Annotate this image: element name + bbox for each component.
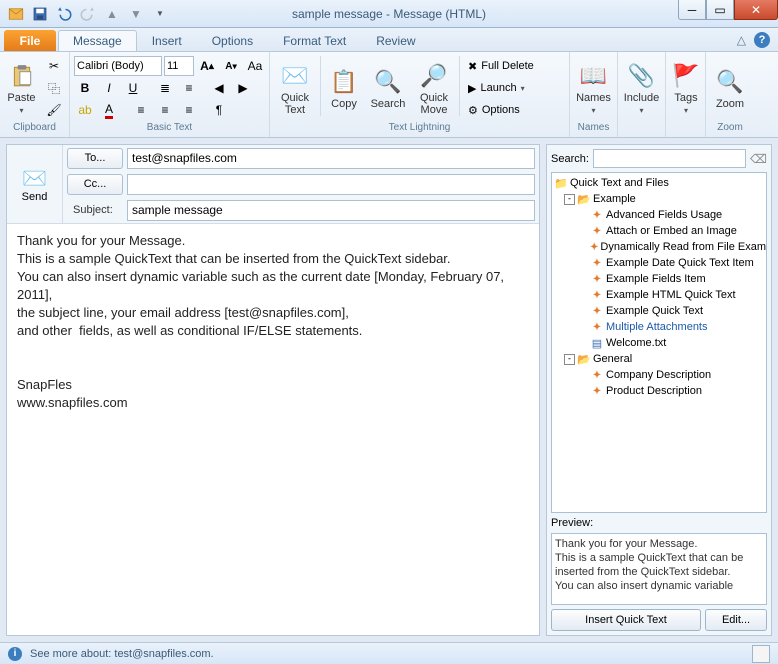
insert-quicktext-button[interactable]: Insert Quick Text [551,609,701,631]
tab-review[interactable]: Review [361,30,430,51]
contact-avatar[interactable] [752,645,770,663]
font-family-select[interactable] [74,56,162,76]
paste-button[interactable]: Paste▾ [4,56,39,120]
tree-item[interactable]: ▤Welcome.txt [554,335,764,351]
zoom-button[interactable]: 🔍 Zoom [710,56,750,120]
content-area: ✉️ Send To... Cc... Subject: Thank you f… [0,138,778,642]
format-painter-icon[interactable]: 🖌 [43,100,65,120]
to-button[interactable]: To... [67,148,123,169]
subject-label: Subject: [67,204,123,216]
cut-icon[interactable]: ✂ [43,56,65,76]
outlook-icon[interactable] [6,4,26,24]
quickmove-button[interactable]: 🔎 Quick Move [413,56,455,120]
compose-pane: ✉️ Send To... Cc... Subject: Thank you f… [6,144,540,636]
qat-more-icon[interactable]: ▼ [150,4,170,24]
names-button[interactable]: 📖 Names▾ [574,56,613,120]
bullets-icon[interactable]: ≣ [154,78,176,98]
tree-folder-example[interactable]: -📂Example [554,191,764,207]
align-left-icon[interactable]: ≡ [130,100,152,120]
fulldelete-button[interactable]: ✖ Full Delete [464,56,552,76]
underline-icon[interactable]: U [122,78,144,98]
tree-item[interactable]: ✦Example Quick Text [554,303,764,319]
clear-formatting-icon[interactable]: Aa [244,56,266,76]
window-title: sample message - Message (HTML) [292,7,486,21]
include-button[interactable]: 📎 Include▾ [622,56,661,120]
quicktext-sidebar: Search: ⌫ 📁Quick Text and Files -📂Exampl… [546,144,772,636]
minimize-button[interactable]: ─ [678,0,706,20]
numbering-icon[interactable]: ≡ [178,78,200,98]
ribbon: Paste▾ ✂ ⿻ 🖌 Clipboard A▴ A▾ Aa B I U [0,52,778,138]
help-icon[interactable]: ? [754,32,770,48]
tree-item[interactable]: ✦Example Date Quick Text Item [554,255,764,271]
paragraph-icon[interactable]: ¶ [208,100,230,120]
font-color-icon[interactable]: A [98,100,120,120]
prev-icon[interactable]: ▲ [102,4,122,24]
tree-item[interactable]: ✦Example Fields Item [554,271,764,287]
next-icon[interactable]: ▼ [126,4,146,24]
tree-item[interactable]: ✦Product Description [554,383,764,399]
tree-item[interactable]: ✦Attach or Embed an Image [554,223,764,239]
search-button[interactable]: 🔍 Search [367,56,409,120]
edit-button[interactable]: Edit... [705,609,767,631]
undo-icon[interactable] [54,4,74,24]
status-text: See more about: test@snapfiles.com. [30,648,214,660]
cc-button[interactable]: Cc... [67,174,123,195]
grow-font-icon[interactable]: A▴ [196,56,218,76]
redo-icon[interactable] [78,4,98,24]
info-icon: i [8,647,22,661]
tags-button[interactable]: 🚩 Tags▾ [670,56,702,120]
tab-options[interactable]: Options [197,30,268,51]
tree-folder-general[interactable]: -📂General [554,351,764,367]
close-button[interactable]: ✕ [734,0,778,20]
tree-root[interactable]: 📁Quick Text and Files [554,175,764,191]
tree-item[interactable]: ✦Company Description [554,367,764,383]
maximize-button[interactable]: ▭ [706,0,734,20]
highlight-icon[interactable]: ab [74,100,96,120]
minimize-ribbon-icon[interactable]: △ [737,33,746,47]
quicktext-button[interactable]: ✉️ Quick Text [274,56,316,120]
group-clipboard: Clipboard [4,122,65,137]
title-bar: ▲ ▼ ▼ sample message - Message (HTML) ─ … [0,0,778,28]
cc-field[interactable] [127,174,535,195]
save-icon[interactable] [30,4,50,24]
group-textlightning: Text Lightning [274,122,565,137]
to-field[interactable] [127,148,535,169]
options-button[interactable]: ⚙ Options [464,100,552,120]
subject-field[interactable] [127,200,535,221]
ribbon-tabbar: File Message Insert Options Format Text … [0,28,778,52]
tab-message[interactable]: Message [58,30,137,51]
quicktext-tree[interactable]: 📁Quick Text and Files -📂Example ✦Advance… [551,172,767,513]
tree-item[interactable]: ✦Dynamically Read from File Exam [554,239,764,255]
launch-button[interactable]: ▶ Launch ▾ [464,78,552,98]
group-names: Names [574,122,613,137]
tab-format-text[interactable]: Format Text [268,30,361,51]
copy-icon[interactable]: ⿻ [43,78,65,98]
tree-item[interactable]: ✦Multiple Attachments [554,319,764,335]
message-body[interactable]: Thank you for your Message. This is a sa… [7,224,539,635]
status-bar: i See more about: test@snapfiles.com. [0,642,778,664]
outdent-icon[interactable]: ◀ [208,78,230,98]
copy-button[interactable]: 📋 Copy [325,56,363,120]
italic-icon[interactable]: I [98,78,120,98]
tree-item[interactable]: ✦Example HTML Quick Text [554,287,764,303]
tree-item[interactable]: ✦Advanced Fields Usage [554,207,764,223]
align-center-icon[interactable]: ≡ [154,100,176,120]
align-right-icon[interactable]: ≡ [178,100,200,120]
shrink-font-icon[interactable]: A▾ [220,56,242,76]
bold-icon[interactable]: B [74,78,96,98]
quick-access-toolbar: ▲ ▼ ▼ [0,4,170,24]
font-size-select[interactable] [164,56,194,76]
send-button[interactable]: ✉️ Send [7,145,63,223]
group-basictext: Basic Text [74,122,265,137]
preview-box: Thank you for your Message. This is a sa… [551,533,767,605]
file-tab[interactable]: File [4,30,56,51]
search-input[interactable] [593,149,746,168]
indent-icon[interactable]: ▶ [232,78,254,98]
preview-label: Preview: [551,517,767,529]
search-label: Search: [551,153,589,165]
group-zoom: Zoom [710,122,750,137]
tab-insert[interactable]: Insert [137,30,197,51]
clear-search-icon[interactable]: ⌫ [750,152,767,166]
